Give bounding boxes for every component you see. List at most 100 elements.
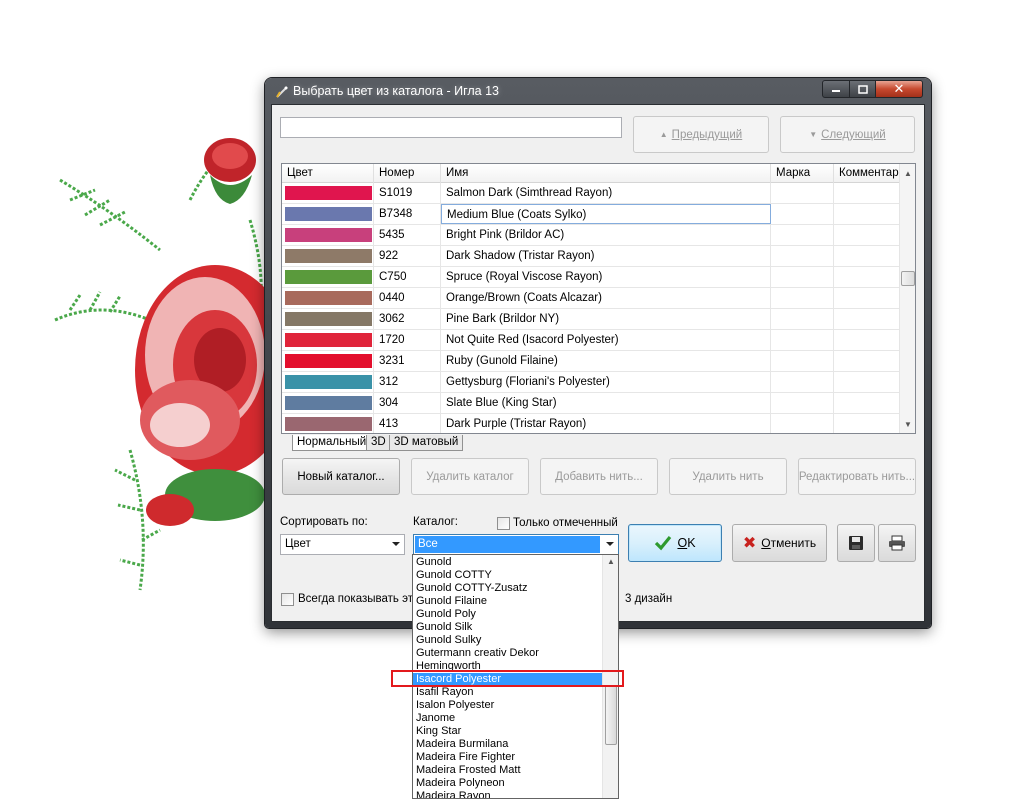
only-marked-checkbox[interactable] [497, 517, 510, 530]
dropdown-item[interactable]: Gunold COTTY [413, 569, 602, 582]
column-header-brand[interactable]: Марка [771, 164, 834, 183]
save-button[interactable] [837, 524, 875, 562]
color-swatch [285, 186, 372, 200]
brand-cell [771, 309, 834, 329]
brand-cell [771, 414, 834, 433]
dropdown-item[interactable]: Madeira Frosted Matt [413, 764, 602, 777]
table-row[interactable]: 304 Slate Blue (King Star) [282, 393, 899, 414]
number-cell: 312 [374, 372, 441, 392]
tab-3d[interactable]: 3D [366, 435, 391, 451]
delete-thread-button[interactable]: Удалить нить [669, 458, 787, 495]
dropdown-scroll-up-icon[interactable]: ▲ [607, 557, 615, 566]
dropdown-item[interactable]: Gunold Poly [413, 608, 602, 621]
dialog-client-area: ▲ Предыдущий ▼ Следующий Цвет Номер Имя … [271, 104, 925, 622]
color-cell [282, 330, 374, 350]
dropdown-item[interactable]: Isafil Rayon [413, 686, 602, 699]
print-button[interactable] [878, 524, 916, 562]
delete-catalog-button[interactable]: Удалить каталог [411, 458, 529, 495]
scroll-down-arrow-icon[interactable]: ▼ [900, 416, 915, 432]
color-swatch [285, 207, 372, 221]
dropdown-item[interactable]: Gutermann creativ Dekor [413, 647, 602, 660]
column-header-comment[interactable]: Комментар [834, 164, 899, 183]
color-swatch [285, 354, 372, 368]
dropdown-item[interactable]: Madeira Polyneon [413, 777, 602, 790]
edit-thread-button[interactable]: Редактировать нить... [798, 458, 916, 495]
name-cell: Bright Pink (Brildor AC) [441, 225, 771, 245]
dropdown-item[interactable]: Gunold COTTY-Zusatz [413, 582, 602, 595]
catalog-value: Все [415, 536, 600, 553]
table-row[interactable]: B7348 Medium Blue (Coats Sylko) [282, 204, 899, 225]
color-cell [282, 204, 374, 224]
number-cell: 3062 [374, 309, 441, 329]
tab-3d-matte[interactable]: 3D матовый [389, 435, 464, 451]
number-cell: C750 [374, 267, 441, 287]
previous-button[interactable]: ▲ Предыдущий [633, 116, 769, 153]
number-cell: 413 [374, 414, 441, 433]
dropdown-item[interactable]: Isalon Polyester [413, 699, 602, 712]
dropdown-item[interactable]: Gunold Sulky [413, 634, 602, 647]
color-cell [282, 225, 374, 245]
number-cell: 1720 [374, 330, 441, 350]
name-cell: Orange/Brown (Coats Alcazar) [441, 288, 771, 308]
select-color-dialog: Выбрать цвет из каталога - Игла 13 ✕ ▲ П… [265, 78, 931, 628]
table-row[interactable]: 5435 Bright Pink (Brildor AC) [282, 225, 899, 246]
table-row[interactable]: S1019 Salmon Dark (Simthread Rayon) [282, 183, 899, 204]
dropdown-item[interactable]: Madeira Fire Fighter [413, 751, 602, 764]
column-header-name[interactable]: Имя [441, 164, 771, 183]
scroll-thumb[interactable] [901, 271, 915, 286]
minimize-icon [832, 90, 840, 92]
dropdown-item[interactable]: King Star [413, 725, 602, 738]
table-scrollbar[interactable]: ▲ ▼ [899, 164, 915, 433]
color-swatch [285, 270, 372, 284]
brand-cell [771, 267, 834, 287]
ok-button[interactable]: ОK [628, 524, 722, 562]
dropdown-item[interactable]: Janome [413, 712, 602, 725]
comment-cell [834, 309, 899, 329]
dropdown-item[interactable]: Madeira Burmilana [413, 738, 602, 751]
catalog-select[interactable]: Все [413, 534, 619, 555]
checkmark-icon [655, 535, 672, 551]
name-cell: Spruce (Royal Viscose Rayon) [441, 267, 771, 287]
column-header-number[interactable]: Номер [374, 164, 441, 183]
catalog-label: Каталог: [413, 516, 459, 528]
color-swatch [285, 333, 372, 347]
title-bar[interactable]: Выбрать цвет из каталога - Игла 13 ✕ [265, 78, 931, 104]
rose-embroidery-image [54, 138, 280, 591]
name-cell: Salmon Dark (Simthread Rayon) [441, 183, 771, 203]
search-input[interactable] [280, 117, 622, 138]
minimize-button[interactable] [822, 80, 850, 98]
close-button[interactable]: ✕ [875, 80, 923, 98]
table-row[interactable]: 3231 Ruby (Gunold Filaine) [282, 351, 899, 372]
table-row[interactable]: 0440 Orange/Brown (Coats Alcazar) [282, 288, 899, 309]
color-swatch [285, 312, 372, 326]
number-cell: 922 [374, 246, 441, 266]
comment-cell [834, 351, 899, 371]
table-row[interactable]: 922 Dark Shadow (Tristar Rayon) [282, 246, 899, 267]
printer-icon [889, 535, 905, 551]
dropdown-item[interactable]: Gunold Filaine [413, 595, 602, 608]
cancel-button[interactable]: ✖ Отменить [732, 524, 827, 562]
next-button[interactable]: ▼ Следующий [780, 116, 915, 153]
scroll-up-arrow-icon[interactable]: ▲ [900, 165, 915, 181]
tab-normal[interactable]: Нормальный [292, 435, 372, 451]
table-row[interactable]: 1720 Not Quite Red (Isacord Polyester) [282, 330, 899, 351]
table-row[interactable]: 413 Dark Purple (Tristar Rayon) [282, 414, 899, 433]
add-thread-button[interactable]: Добавить нить... [540, 458, 658, 495]
new-catalog-button[interactable]: Новый каталог... [282, 458, 400, 495]
table-row[interactable]: 312 Gettysburg (Floriani's Polyester) [282, 372, 899, 393]
color-swatch [285, 396, 372, 410]
sort-select[interactable]: Цвет [280, 534, 405, 555]
dropdown-item[interactable]: Gunold [413, 556, 602, 569]
arrow-up-icon: ▲ [659, 130, 668, 139]
dropdown-item[interactable]: Gunold Silk [413, 621, 602, 634]
table-row[interactable]: C750 Spruce (Royal Viscose Rayon) [282, 267, 899, 288]
dropdown-scroll-thumb[interactable] [605, 685, 617, 745]
maximize-icon [857, 84, 868, 94]
table-row[interactable]: 3062 Pine Bark (Brildor NY) [282, 309, 899, 330]
dropdown-item[interactable]: Madeira Rayon [413, 790, 602, 798]
always-show-checkbox[interactable] [281, 593, 294, 606]
column-header-color[interactable]: Цвет [282, 164, 374, 183]
maximize-button[interactable] [849, 80, 876, 98]
sort-value: Цвет [285, 538, 311, 550]
brand-cell [771, 183, 834, 203]
